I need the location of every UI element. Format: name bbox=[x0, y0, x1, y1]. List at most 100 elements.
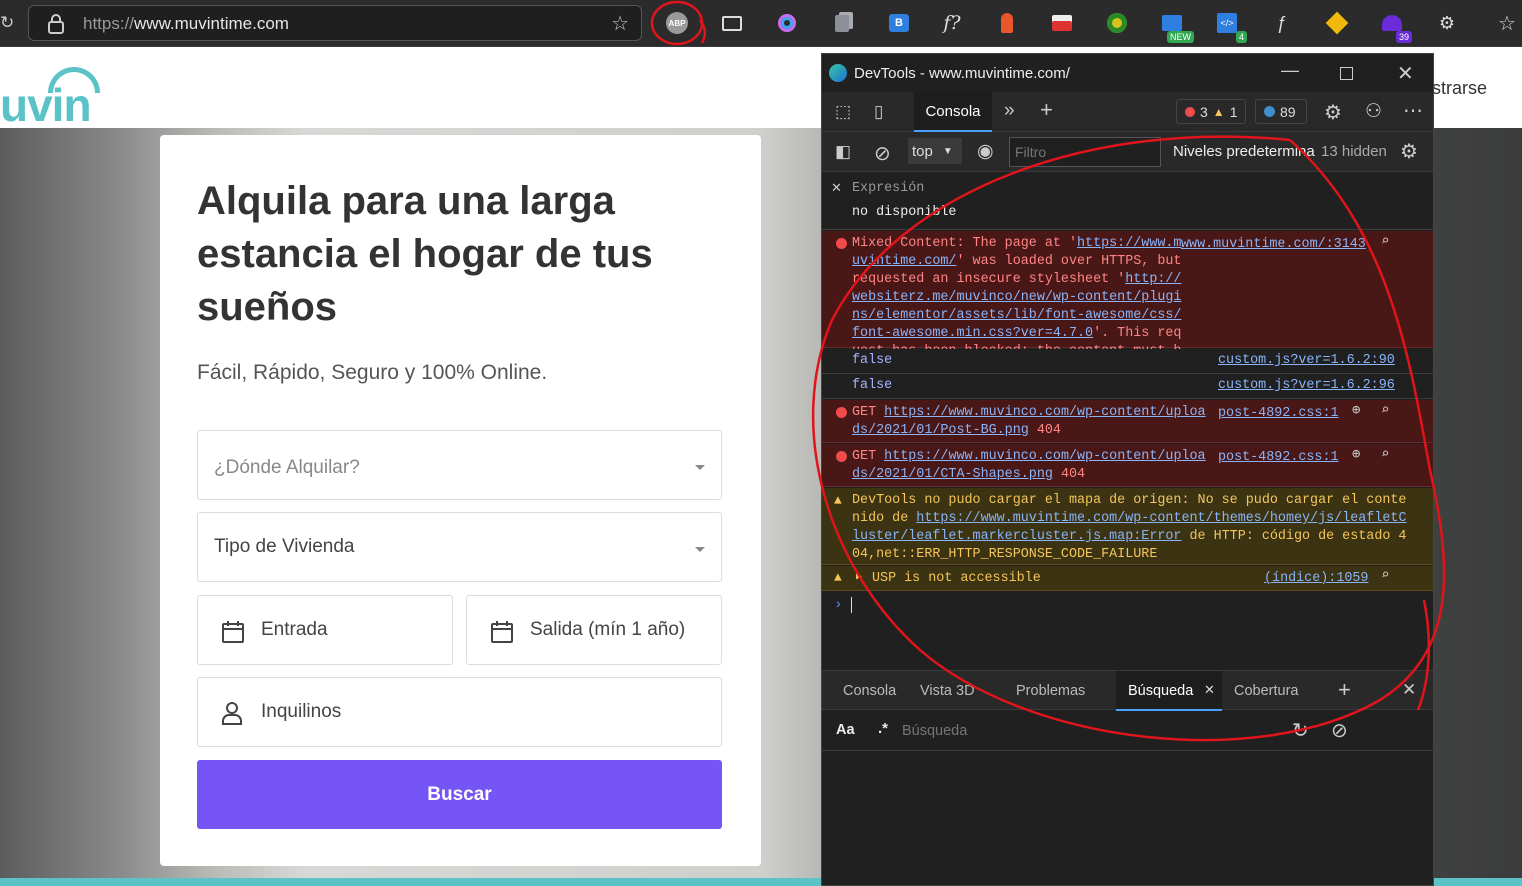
message-text: GET https://www.muvinco.com/wp-content/u… bbox=[852, 448, 1212, 484]
new-extension-icon[interactable]: NEW bbox=[1158, 9, 1194, 43]
search-icon[interactable]: ⌕ bbox=[1381, 233, 1389, 251]
messages-counter[interactable]: 89 bbox=[1255, 99, 1307, 124]
console-settings-icon[interactable]: ⚙ bbox=[1400, 139, 1418, 164]
address-bar[interactable]: https://www.muvintime.com ☆ bbox=[28, 5, 642, 41]
url-scheme: https:// bbox=[83, 14, 135, 33]
drawer-tab-consola[interactable]: Consola bbox=[843, 671, 896, 711]
site-logo[interactable]: uvin bbox=[0, 78, 92, 132]
minimize-icon[interactable]: — bbox=[1281, 60, 1299, 81]
console-prompt[interactable]: › bbox=[822, 592, 1433, 670]
extension-green-icon[interactable] bbox=[1103, 9, 1131, 37]
type-select[interactable]: Tipo de Vivienda bbox=[197, 512, 722, 582]
issues-counter[interactable]: 3 ▲ 1 bbox=[1176, 99, 1246, 124]
network-icon[interactable]: ⊕ bbox=[1352, 402, 1360, 420]
extension-badge-count: 4 bbox=[1235, 31, 1247, 43]
filter-input[interactable] bbox=[1009, 137, 1161, 167]
context-select[interactable]: top ▼ bbox=[908, 138, 962, 164]
tenants-field[interactable]: Inquilinos bbox=[197, 677, 722, 747]
checkin-field[interactable]: Entrada bbox=[197, 595, 453, 665]
console-error-mixed-content: Mixed Content: The page at 'https://www.… bbox=[822, 231, 1433, 377]
rocket-icon[interactable] bbox=[993, 9, 1021, 37]
more-tabs-icon[interactable]: » bbox=[1004, 100, 1015, 122]
live-expression-eye-icon[interactable]: ◉ bbox=[977, 140, 994, 163]
close-icon[interactable]: ✕ bbox=[1397, 61, 1414, 86]
printer-icon[interactable] bbox=[1048, 9, 1076, 37]
sidebar-toggle-icon[interactable]: ◧ bbox=[835, 142, 851, 162]
message-count: 89 bbox=[1280, 103, 1296, 120]
log-levels-dropdown[interactable]: Niveles predetermina bbox=[1173, 143, 1315, 160]
search-icon[interactable]: ⌕ bbox=[1381, 446, 1389, 464]
text-cursor bbox=[851, 597, 852, 613]
close-tab-icon[interactable]: ✕ bbox=[1204, 682, 1215, 698]
console-warning-usp: ▲ ▶ USP is not accessible (índice):1059 … bbox=[822, 566, 1433, 591]
more-options-icon[interactable]: ⋯ bbox=[1403, 98, 1423, 123]
add-tab-icon[interactable]: + bbox=[1040, 97, 1053, 123]
search-input[interactable] bbox=[902, 717, 1282, 745]
regex-toggle[interactable]: .* bbox=[878, 720, 888, 737]
settings-gear-icon[interactable]: ⚙ bbox=[1324, 100, 1342, 125]
mixed-text-a: Mixed Content: The page at ' bbox=[852, 236, 1077, 251]
source-link[interactable]: post-4892.css:1 bbox=[1218, 405, 1339, 423]
search-icon[interactable]: ⌕ bbox=[1381, 402, 1389, 420]
expression-label[interactable]: Expresión bbox=[852, 180, 924, 198]
font-finder-icon[interactable]: f? bbox=[938, 9, 966, 37]
dropdown-arrow-icon: ▼ bbox=[942, 145, 953, 157]
context-value: top bbox=[912, 142, 933, 160]
hat-extension-icon[interactable]: 39 bbox=[1378, 9, 1412, 43]
request-url[interactable]: https://www.muvinco.com/wp-content/uploa… bbox=[852, 449, 1206, 482]
tab-consola[interactable]: Consola bbox=[914, 92, 992, 132]
request-url[interactable]: https://www.muvinco.com/wp-content/uploa… bbox=[852, 405, 1206, 438]
extensions-puzzle-icon[interactable]: ⚙ bbox=[1433, 9, 1461, 37]
source-link[interactable]: www.muvintime.com/:3143 bbox=[1181, 236, 1366, 254]
lock-icon bbox=[48, 14, 64, 34]
add-drawer-tab-icon[interactable]: + bbox=[1338, 677, 1351, 703]
refresh-search-icon[interactable]: ↻ bbox=[1292, 718, 1309, 743]
devtools-title: DevTools - www.muvintime.com/ bbox=[854, 65, 1070, 82]
status-code: 404 bbox=[1060, 467, 1086, 482]
color-picker-icon[interactable] bbox=[773, 9, 801, 37]
status-code: 404 bbox=[1036, 423, 1061, 438]
dev-tools-extension-icon[interactable]: </> 4 bbox=[1213, 9, 1247, 43]
copy-tool-icon[interactable] bbox=[828, 9, 856, 37]
drawer-tab-vista-3d[interactable]: Vista 3D bbox=[920, 671, 975, 711]
hat-badge-count: 39 bbox=[1395, 31, 1412, 43]
expression-value: no disponible bbox=[852, 205, 957, 220]
register-link[interactable]: strarse bbox=[1432, 78, 1487, 99]
device-emulation-icon[interactable]: ▯ bbox=[874, 102, 883, 122]
clear-search-icon[interactable]: ⊘ bbox=[1331, 718, 1348, 743]
match-case-toggle[interactable]: Aa bbox=[836, 722, 855, 738]
adblock-plus-icon[interactable]: ABP bbox=[663, 9, 691, 37]
console-warning-source-map: ▲ DevTools no pudo cargar el mapa de ori… bbox=[822, 488, 1433, 565]
picture-in-picture-icon[interactable] bbox=[718, 9, 746, 37]
source-map-link-tail[interactable]: :Error bbox=[1133, 529, 1181, 544]
drawer-tab-busqueda-active[interactable]: Búsqueda ✕ bbox=[1116, 671, 1222, 711]
bootstrap-icon[interactable]: B bbox=[885, 9, 913, 37]
source-link[interactable]: custom.js?ver=1.6.2:96 bbox=[1218, 377, 1395, 395]
search-icon[interactable]: ⌕ bbox=[1381, 567, 1389, 585]
drawer-tab-cobertura[interactable]: Cobertura bbox=[1234, 671, 1298, 711]
refresh-icon[interactable]: ↻ bbox=[0, 13, 14, 33]
maximize-icon[interactable] bbox=[1340, 67, 1353, 80]
chevron-down-icon bbox=[695, 547, 705, 552]
source-link[interactable]: post-4892.css:1 bbox=[1218, 449, 1339, 467]
clear-console-icon[interactable]: ⊘ bbox=[874, 141, 891, 166]
remove-expression-icon[interactable]: ✕ bbox=[831, 180, 842, 196]
close-drawer-icon[interactable]: ✕ bbox=[1402, 680, 1416, 700]
drawer-tab-problemas[interactable]: Problemas bbox=[1016, 671, 1085, 711]
error-icon bbox=[1185, 106, 1195, 117]
expand-arrow-icon[interactable]: ▶ bbox=[856, 569, 862, 587]
inspect-element-icon[interactable]: ⬚ bbox=[835, 102, 851, 122]
binance-icon[interactable] bbox=[1323, 9, 1351, 37]
message-text: DevTools no pudo cargar el mapa de orige… bbox=[852, 492, 1412, 564]
source-link[interactable]: custom.js?ver=1.6.2:90 bbox=[1218, 352, 1395, 370]
feather-icon[interactable]: ƒ bbox=[1268, 9, 1296, 37]
where-select[interactable]: ¿Dónde Alquilar? bbox=[197, 430, 722, 500]
favorites-icon[interactable]: ☆ bbox=[1493, 9, 1521, 37]
checkout-field[interactable]: Salida (mín 1 año) bbox=[466, 595, 722, 665]
search-button[interactable]: Buscar bbox=[197, 760, 722, 829]
favorite-star-icon[interactable]: ☆ bbox=[611, 11, 629, 36]
error-icon bbox=[836, 407, 847, 418]
source-link[interactable]: (índice):1059 bbox=[1264, 570, 1368, 588]
share-icon[interactable]: ⚇ bbox=[1365, 100, 1382, 123]
network-icon[interactable]: ⊕ bbox=[1352, 446, 1360, 464]
